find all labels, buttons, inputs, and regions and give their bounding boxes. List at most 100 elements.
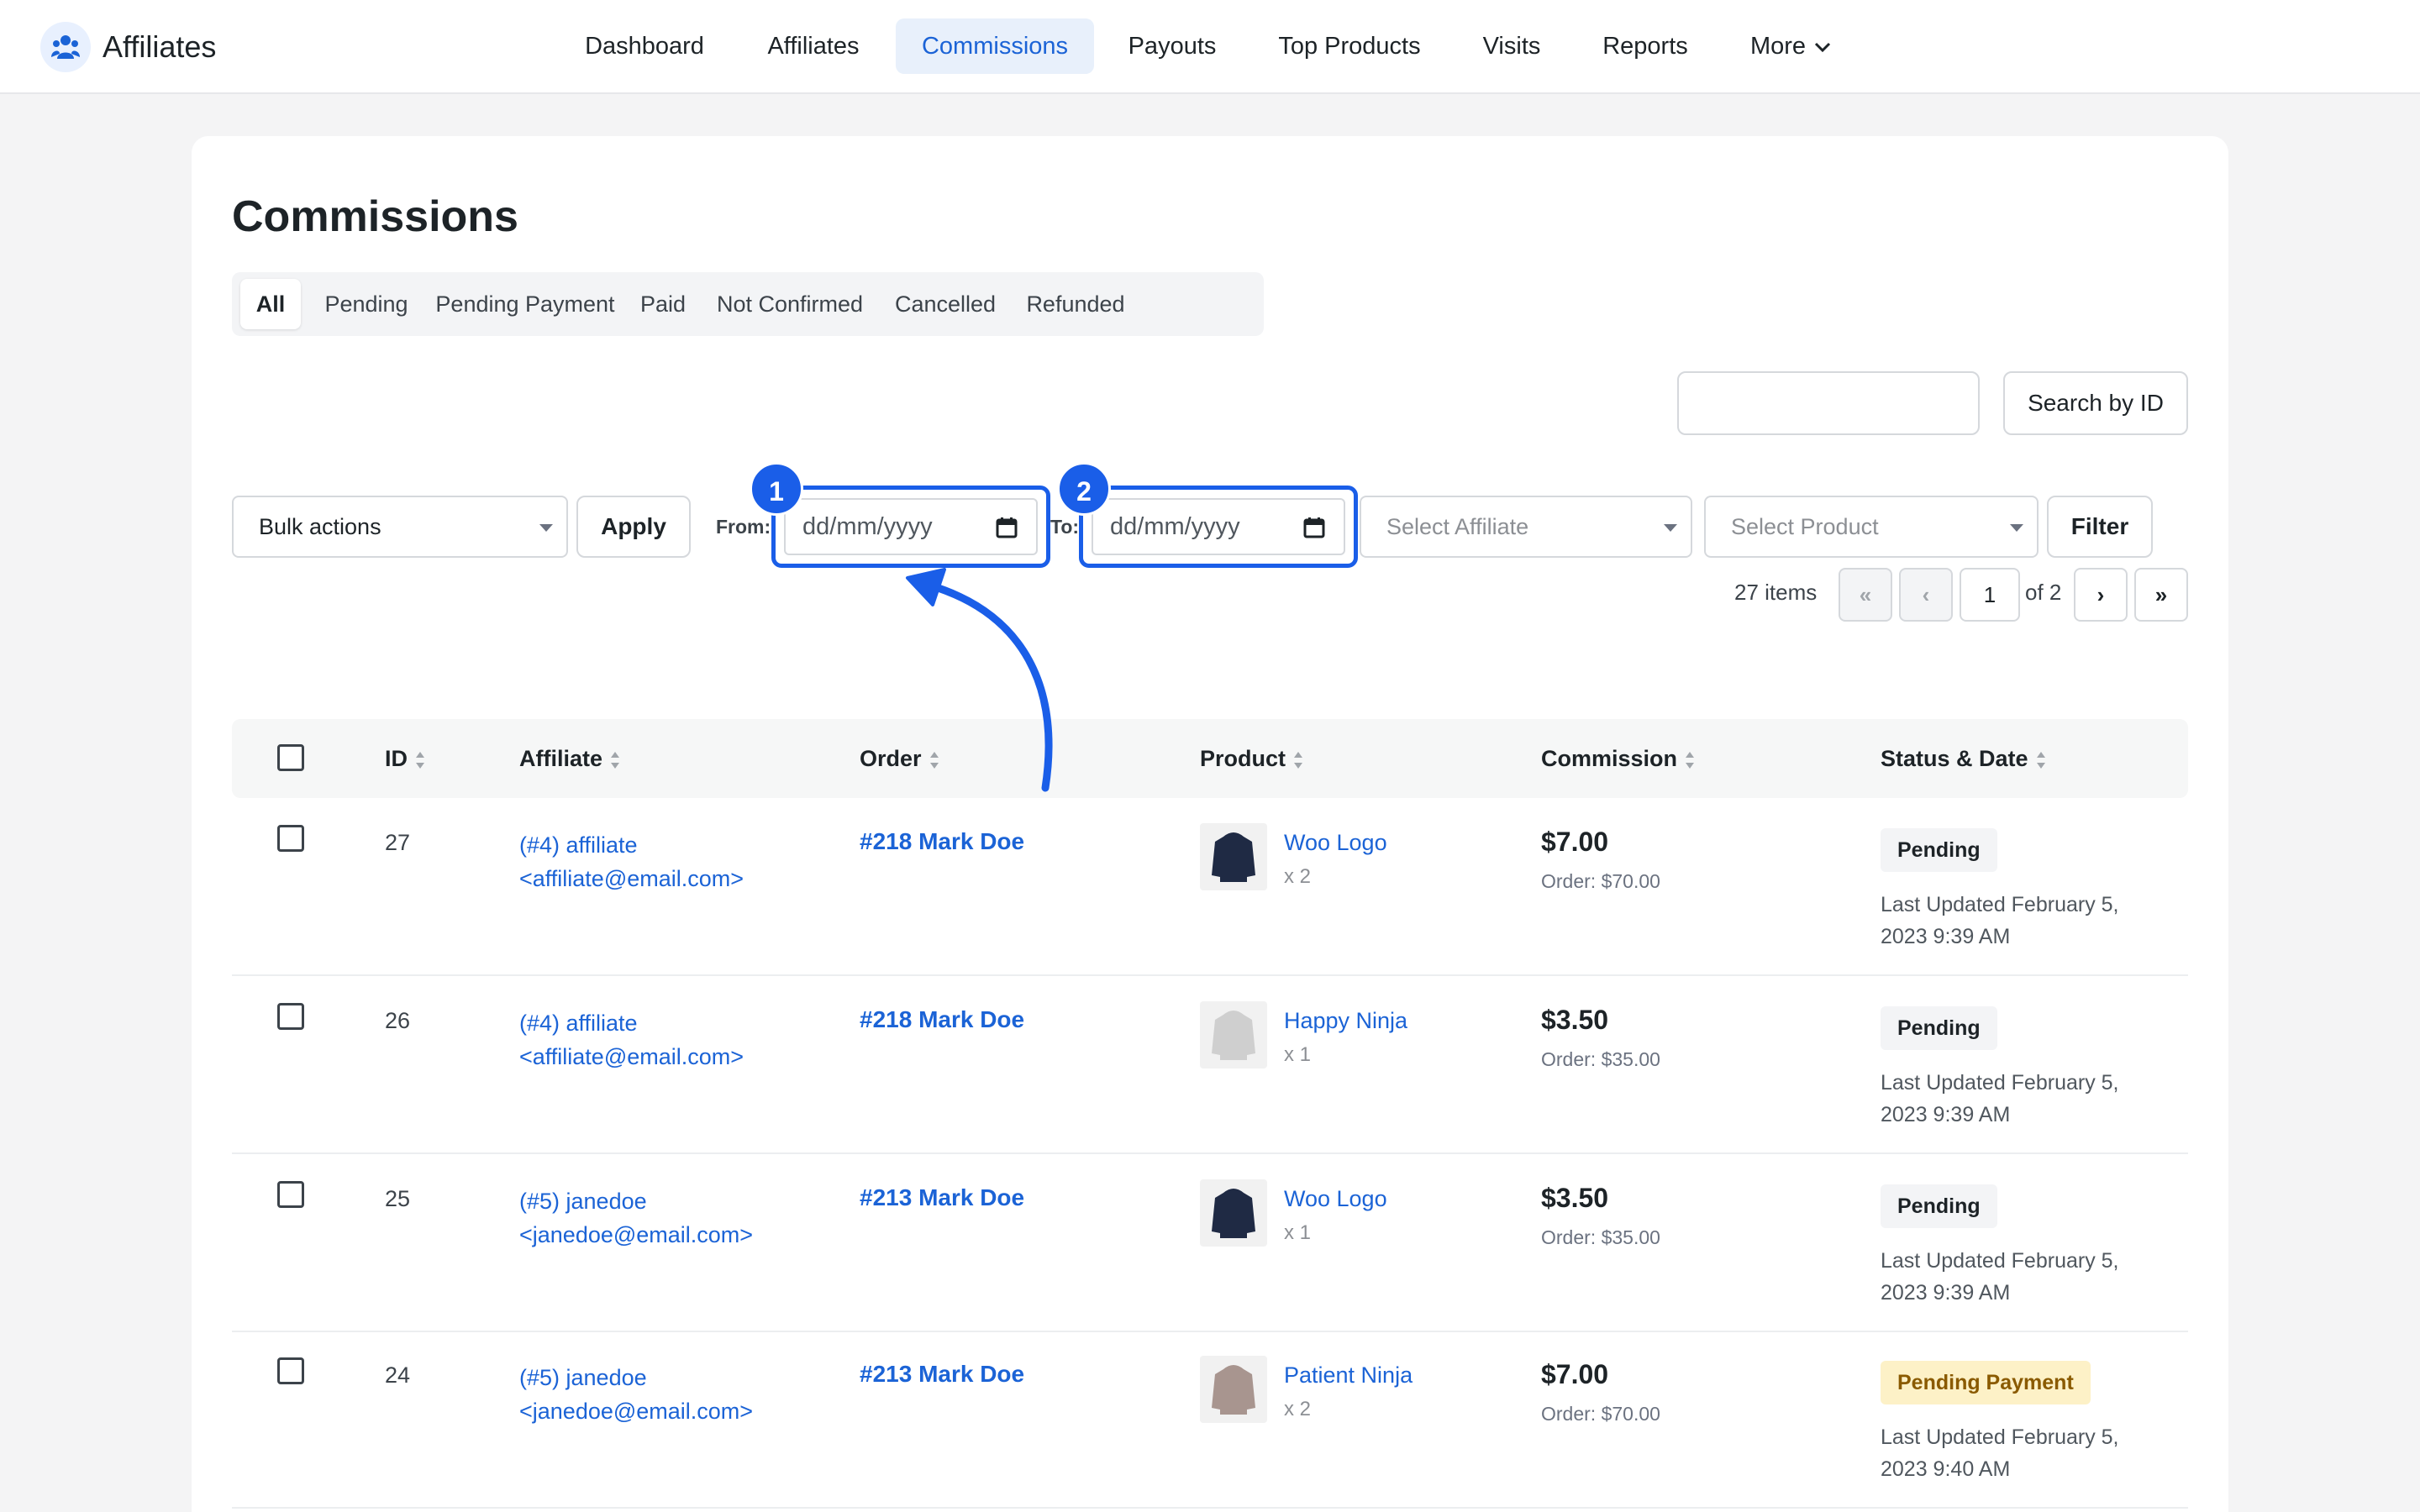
nav-dashboard[interactable]: Dashboard	[565, 18, 724, 74]
search-id-input[interactable]	[1677, 371, 1980, 435]
caret-down-icon	[1664, 524, 1677, 532]
annotation-badge-1: 1	[750, 462, 803, 516]
last-page-button[interactable]: »	[2134, 568, 2188, 622]
search-by-id-button[interactable]: Search by ID	[2003, 371, 2188, 435]
commission-id: 25	[385, 1186, 411, 1211]
tab-refunded[interactable]: Refunded	[1018, 279, 1133, 329]
from-date-input[interactable]: dd/mm/yyyy	[784, 498, 1038, 555]
order-link[interactable]: #218 Mark Doe	[860, 1006, 1024, 1033]
sort-icon	[1294, 751, 1303, 769]
sort-icon	[416, 751, 424, 769]
select-affiliate-placeholder: Select Affiliate	[1386, 514, 1529, 539]
product-link[interactable]: Happy Ninja	[1284, 1008, 1407, 1034]
table-row: 27 (#4) affiliate <affiliate@email.com> #…	[232, 798, 2188, 976]
tab-pending[interactable]: Pending	[316, 279, 417, 329]
column-id[interactable]: ID	[385, 719, 426, 798]
calendar-icon[interactable]	[1303, 517, 1325, 538]
tab-pending-payment[interactable]: Pending Payment	[430, 279, 620, 329]
caret-down-icon	[539, 524, 553, 532]
select-product-placeholder: Select Product	[1731, 514, 1879, 539]
hoodie-icon	[1212, 1189, 1255, 1238]
commission-id: 24	[385, 1362, 411, 1388]
last-updated: Last Updated February 5, 2023 9:40 AM	[1881, 1425, 2119, 1481]
product-link[interactable]: Patient Ninja	[1284, 1362, 1413, 1389]
nav-visits[interactable]: Visits	[1467, 18, 1556, 74]
table-row: 24 (#5) janedoe <janedoe@email.com> #213 …	[232, 1331, 2188, 1509]
table-header: ID Affiliate Order Product Commission St…	[232, 719, 2188, 798]
product-thumbnail	[1200, 1179, 1267, 1247]
nav-top-products[interactable]: Top Products	[1260, 18, 1439, 74]
affiliate-link[interactable]: (#5) janedoe <janedoe@email.com>	[519, 1361, 753, 1428]
tab-not-confirmed[interactable]: Not Confirmed	[708, 279, 872, 329]
column-affiliate[interactable]: Affiliate	[519, 719, 621, 798]
commission-amount: $7.00	[1541, 827, 1609, 857]
row-checkbox[interactable]	[277, 1003, 304, 1030]
order-total: Order: $70.00	[1541, 1403, 1660, 1425]
from-date-highlight: dd/mm/yyyy	[771, 486, 1050, 568]
hoodie-icon	[1212, 1011, 1255, 1060]
calendar-icon[interactable]	[996, 517, 1018, 538]
to-date-input[interactable]: dd/mm/yyyy	[1092, 498, 1345, 555]
commission-amount: $7.00	[1541, 1359, 1609, 1389]
affiliate-link[interactable]: (#4) affiliate <affiliate@email.com>	[519, 828, 744, 895]
current-page-input[interactable]: 1	[1960, 568, 2020, 622]
first-page-button[interactable]: «	[1839, 568, 1892, 622]
nav-reports[interactable]: Reports	[1585, 18, 1706, 74]
tab-all[interactable]: All	[240, 279, 301, 329]
apply-button[interactable]: Apply	[576, 496, 691, 558]
nav-more[interactable]: More	[1738, 18, 1844, 74]
commission-id: 26	[385, 1008, 411, 1033]
to-date-highlight: dd/mm/yyyy	[1079, 486, 1358, 568]
order-total: Order: $35.00	[1541, 1226, 1660, 1248]
affiliate-link[interactable]: (#4) affiliate <affiliate@email.com>	[519, 1006, 744, 1074]
top-bar: Affiliates Dashboard Affiliates Commissi…	[0, 0, 2420, 94]
app-name: Affiliates	[103, 29, 217, 64]
select-affiliate[interactable]: Select Affiliate	[1360, 496, 1692, 558]
last-updated: Last Updated February 5, 2023 9:39 AM	[1881, 1249, 2119, 1305]
from-date-placeholder: dd/mm/yyyy	[802, 513, 933, 540]
select-product[interactable]: Select Product	[1704, 496, 2039, 558]
items-count: 27 items	[1734, 580, 1818, 605]
filter-button[interactable]: Filter	[2047, 496, 2153, 558]
product-link[interactable]: Woo Logo	[1284, 830, 1387, 856]
prev-page-button[interactable]: ‹	[1899, 568, 1953, 622]
chevron-down-icon	[1814, 43, 1831, 53]
caret-down-icon	[2010, 524, 2023, 532]
tab-cancelled[interactable]: Cancelled	[887, 279, 1003, 329]
column-commission[interactable]: Commission	[1541, 719, 1696, 798]
status-badge: Pending	[1881, 828, 1997, 872]
annotation-badge-2: 2	[1057, 462, 1111, 516]
nav-payouts[interactable]: Payouts	[1114, 18, 1230, 74]
product-thumbnail	[1200, 1356, 1267, 1423]
product-link[interactable]: Woo Logo	[1284, 1186, 1387, 1212]
sort-icon	[929, 751, 939, 769]
status-badge: Pending Payment	[1881, 1361, 2091, 1404]
affiliates-logo-icon	[40, 22, 91, 72]
row-checkbox[interactable]	[277, 1357, 304, 1384]
sort-icon	[611, 751, 620, 769]
nav-affiliates[interactable]: Affiliates	[750, 18, 877, 74]
column-order[interactable]: Order	[860, 719, 940, 798]
table-row: 26 (#4) affiliate <affiliate@email.com> #…	[232, 976, 2188, 1154]
select-all-checkbox[interactable]	[277, 744, 304, 771]
sort-icon	[2036, 751, 2045, 769]
nav-commissions[interactable]: Commissions	[896, 18, 1094, 74]
product-qty: x 2	[1284, 865, 1312, 888]
status-badge: Pending	[1881, 1184, 1997, 1228]
commission-amount: $3.50	[1541, 1183, 1609, 1213]
column-status-date[interactable]: Status & Date	[1881, 719, 2047, 798]
order-link[interactable]: #213 Mark Doe	[860, 1361, 1024, 1388]
affiliate-link[interactable]: (#5) janedoe <janedoe@email.com>	[519, 1184, 753, 1252]
bulk-actions-select[interactable]: Bulk actions	[232, 496, 568, 558]
row-checkbox[interactable]	[277, 1181, 304, 1208]
bulk-actions-label: Bulk actions	[259, 514, 381, 539]
tab-paid[interactable]: Paid	[634, 279, 692, 329]
row-checkbox[interactable]	[277, 825, 304, 852]
order-link[interactable]: #213 Mark Doe	[860, 1184, 1024, 1211]
next-page-button[interactable]: ›	[2074, 568, 2128, 622]
hoodie-icon	[1212, 832, 1255, 882]
order-link[interactable]: #218 Mark Doe	[860, 828, 1024, 855]
commission-amount: $3.50	[1541, 1005, 1609, 1035]
column-product[interactable]: Product	[1200, 719, 1304, 798]
brand[interactable]: Affiliates	[40, 18, 216, 76]
